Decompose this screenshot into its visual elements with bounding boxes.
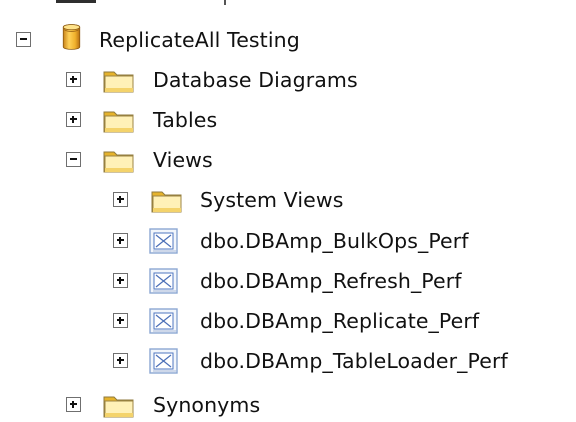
folder-icon: [102, 391, 135, 419]
database-icon: [55, 23, 81, 57]
folder-node-views[interactable]: Views: [0, 143, 300, 177]
object-explorer-tree: ReplicateAll Testing Database Diagrams T…: [0, 0, 576, 419]
view-label-refresh: dbo.DBAmp_Refresh_Perf: [200, 269, 462, 293]
view-label-tableloader: dbo.DBAmp_TableLoader_Perf: [200, 349, 508, 373]
expand-refresh-toggle[interactable]: [113, 273, 128, 288]
folder-node-system-views[interactable]: System Views: [0, 183, 420, 217]
folder-node-tables[interactable]: Tables: [0, 103, 300, 137]
folder-icon: [150, 186, 183, 214]
database-label: ReplicateAll Testing: [99, 28, 300, 52]
view-label-replicate: dbo.DBAmp_Replicate_Perf: [200, 309, 480, 333]
view-node-replicate[interactable]: dbo.DBAmp_Replicate_Perf: [0, 304, 576, 338]
folder-label-database-diagrams: Database Diagrams: [153, 68, 358, 92]
database-node[interactable]: ReplicateAll Testing: [0, 23, 360, 57]
view-icon: [148, 227, 181, 255]
view-node-tableloader[interactable]: dbo.DBAmp_TableLoader_Perf: [0, 344, 576, 378]
folder-label-tables: Tables: [153, 108, 218, 132]
expand-replicate-toggle[interactable]: [113, 313, 128, 328]
folder-label-system-views: System Views: [200, 188, 344, 212]
folder-node-synonyms[interactable]: Synonyms: [0, 388, 340, 422]
clipped-tree-item-bar: [56, 0, 96, 3]
clipped-cursor-mark: [224, 0, 226, 5]
expand-system-views-toggle[interactable]: [113, 192, 128, 207]
folder-icon: [102, 66, 135, 94]
view-node-bulkops[interactable]: dbo.DBAmp_BulkOps_Perf: [0, 224, 576, 258]
expand-database-diagrams-toggle[interactable]: [66, 72, 81, 87]
expand-synonyms-toggle[interactable]: [66, 397, 81, 412]
view-label-bulkops: dbo.DBAmp_BulkOps_Perf: [200, 229, 469, 253]
view-icon: [148, 347, 181, 375]
folder-label-views: Views: [153, 148, 213, 172]
view-node-refresh[interactable]: dbo.DBAmp_Refresh_Perf: [0, 264, 576, 298]
collapse-database-toggle[interactable]: [16, 32, 31, 47]
expand-tables-toggle[interactable]: [66, 112, 81, 127]
expand-tableloader-toggle[interactable]: [113, 353, 128, 368]
collapse-views-toggle[interactable]: [66, 152, 81, 167]
view-icon: [148, 307, 181, 335]
view-icon: [148, 267, 181, 295]
folder-icon: [102, 106, 135, 134]
folder-icon: [102, 146, 135, 174]
folder-label-synonyms: Synonyms: [153, 393, 261, 417]
clipped-tree-item: [56, 0, 226, 8]
folder-node-database-diagrams[interactable]: Database Diagrams: [0, 63, 420, 97]
expand-bulkops-toggle[interactable]: [113, 233, 128, 248]
